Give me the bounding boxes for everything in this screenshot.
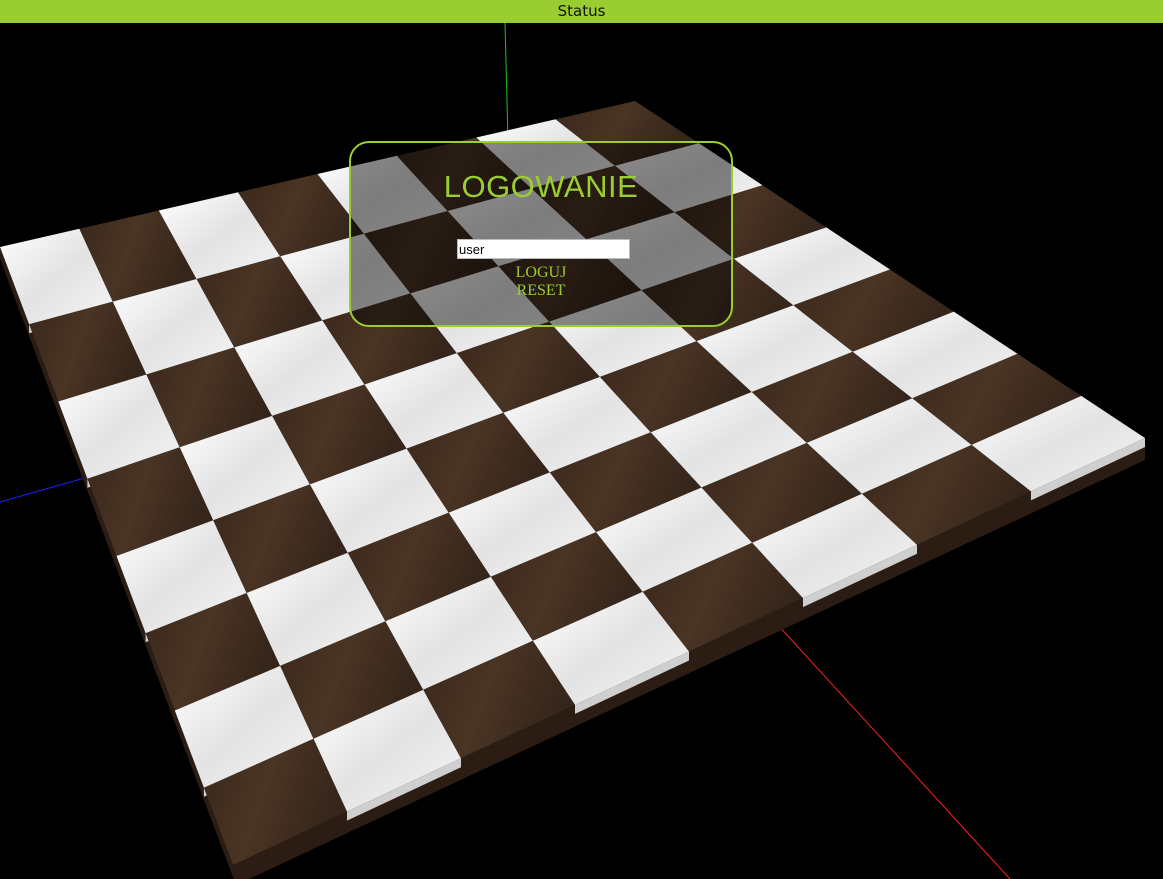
login-title: LOGOWANIE bbox=[443, 169, 639, 204]
z-axis-line bbox=[0, 474, 96, 503]
username-input[interactable] bbox=[457, 239, 630, 259]
login-button[interactable]: LOGUJ bbox=[351, 264, 731, 282]
status-bar: Status bbox=[0, 0, 1163, 23]
reset-button[interactable]: RESET bbox=[351, 282, 731, 300]
login-panel: LOGOWANIE LOGUJ RESET bbox=[349, 141, 733, 327]
status-label: Status bbox=[557, 2, 606, 20]
game-scene[interactable] bbox=[0, 0, 1163, 879]
x-axis-line bbox=[765, 611, 1011, 879]
